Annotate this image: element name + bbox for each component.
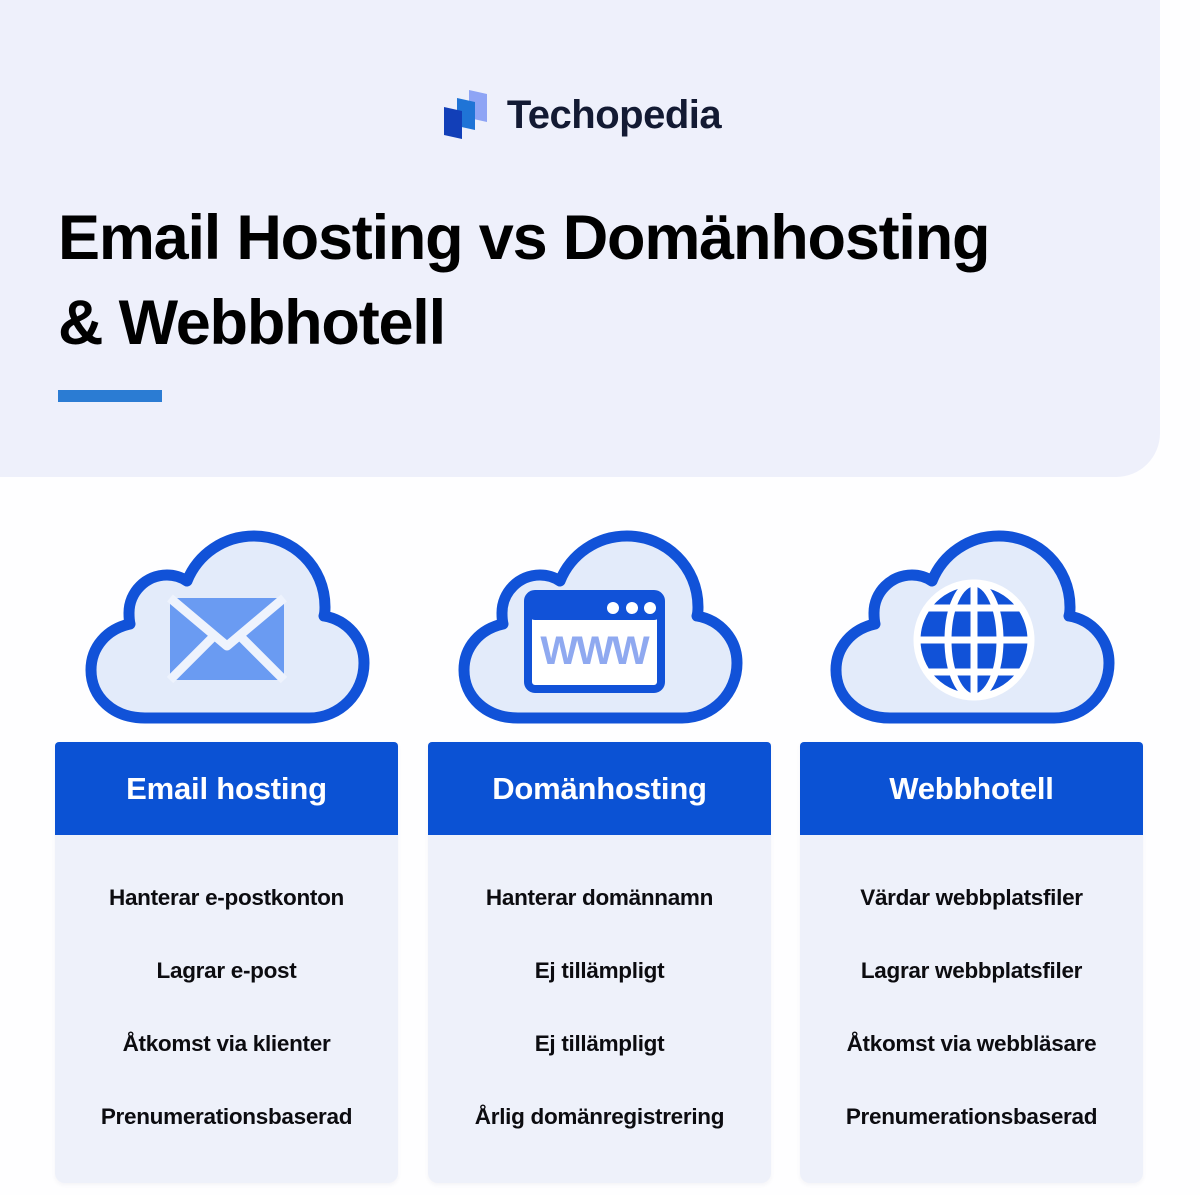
techopedia-layers-logo-icon bbox=[439, 88, 491, 142]
title-accent-rule bbox=[58, 390, 162, 403]
column-body-email: Hanterar e-postkonton Lagrar e-post Åtko… bbox=[55, 835, 398, 1183]
infographic-page: Techopedia Email Hosting vs Domänhosting… bbox=[0, 0, 1200, 1195]
brand-name: Techopedia bbox=[506, 93, 722, 137]
brand-lockup: Techopedia bbox=[0, 88, 1160, 142]
column-body-domain: Hanterar domännamn Ej tillämpligt Ej til… bbox=[428, 835, 771, 1183]
feature-item: Prenumerationsbaserad bbox=[100, 1103, 353, 1129]
feature-item: Hanterar domännamn bbox=[485, 884, 714, 910]
column-header-email: Email hosting bbox=[55, 742, 398, 835]
column-body-webhosting: Värdar webbplatsfiler Lagrar webbplatsfi… bbox=[800, 835, 1143, 1183]
comparison-column-domain: Domänhosting Hanterar domännamn Ej tillä… bbox=[428, 742, 771, 1183]
feature-item: Åtkomst via webbläsare bbox=[846, 1030, 1097, 1056]
feature-item: Åtkomst via klienter bbox=[122, 1030, 331, 1056]
feature-item: Ej tillämpligt bbox=[534, 957, 665, 983]
icon-slot-domain: WWW bbox=[450, 527, 750, 732]
header-panel: Techopedia Email Hosting vs Domänhosting… bbox=[0, 0, 1160, 477]
feature-item: Lagrar e-post bbox=[156, 957, 297, 983]
browser-window-glyph: WWW bbox=[524, 589, 665, 693]
envelope-glyph bbox=[166, 594, 288, 683]
cloud-browser-www-icon: WWW bbox=[458, 530, 743, 723]
page-title-line-2: & Webbhotell bbox=[58, 288, 446, 359]
column-header-label: Email hosting bbox=[126, 770, 327, 806]
icon-slot-webhosting bbox=[822, 527, 1122, 732]
column-header-label: Webbhotell bbox=[889, 770, 1054, 806]
comparison-cards: Email hosting Hanterar e-postkonton Lagr… bbox=[0, 742, 1200, 1183]
column-header-domain: Domänhosting bbox=[428, 742, 771, 835]
feature-item: Lagrar webbplatsfiler bbox=[860, 957, 1083, 983]
column-header-label: Domänhosting bbox=[492, 770, 707, 806]
globe-glyph bbox=[913, 579, 1035, 700]
cloud-globe-icon bbox=[830, 530, 1115, 723]
icon-slot-email bbox=[77, 527, 377, 732]
comparison-column-webhosting: Webbhotell Värdar webbplatsfiler Lagrar … bbox=[800, 742, 1143, 1183]
icon-row: WWW bbox=[0, 527, 1200, 732]
cloud-email-icon bbox=[85, 530, 370, 723]
feature-item: Värdar webbplatsfiler bbox=[860, 884, 1083, 910]
feature-item: Årlig domänregistrering bbox=[474, 1103, 725, 1129]
feature-item: Ej tillämpligt bbox=[534, 1030, 665, 1056]
feature-item: Hanterar e-postkonton bbox=[109, 884, 344, 910]
column-header-webhosting: Webbhotell bbox=[800, 742, 1143, 835]
svg-text:WWW: WWW bbox=[540, 629, 650, 673]
comparison-column-email: Email hosting Hanterar e-postkonton Lagr… bbox=[55, 742, 398, 1183]
page-title: Email Hosting vs Domänhosting & Webbhote… bbox=[58, 196, 1128, 403]
feature-item: Prenumerationsbaserad bbox=[845, 1103, 1098, 1129]
page-title-line-1: Email Hosting vs Domänhosting bbox=[58, 203, 991, 273]
